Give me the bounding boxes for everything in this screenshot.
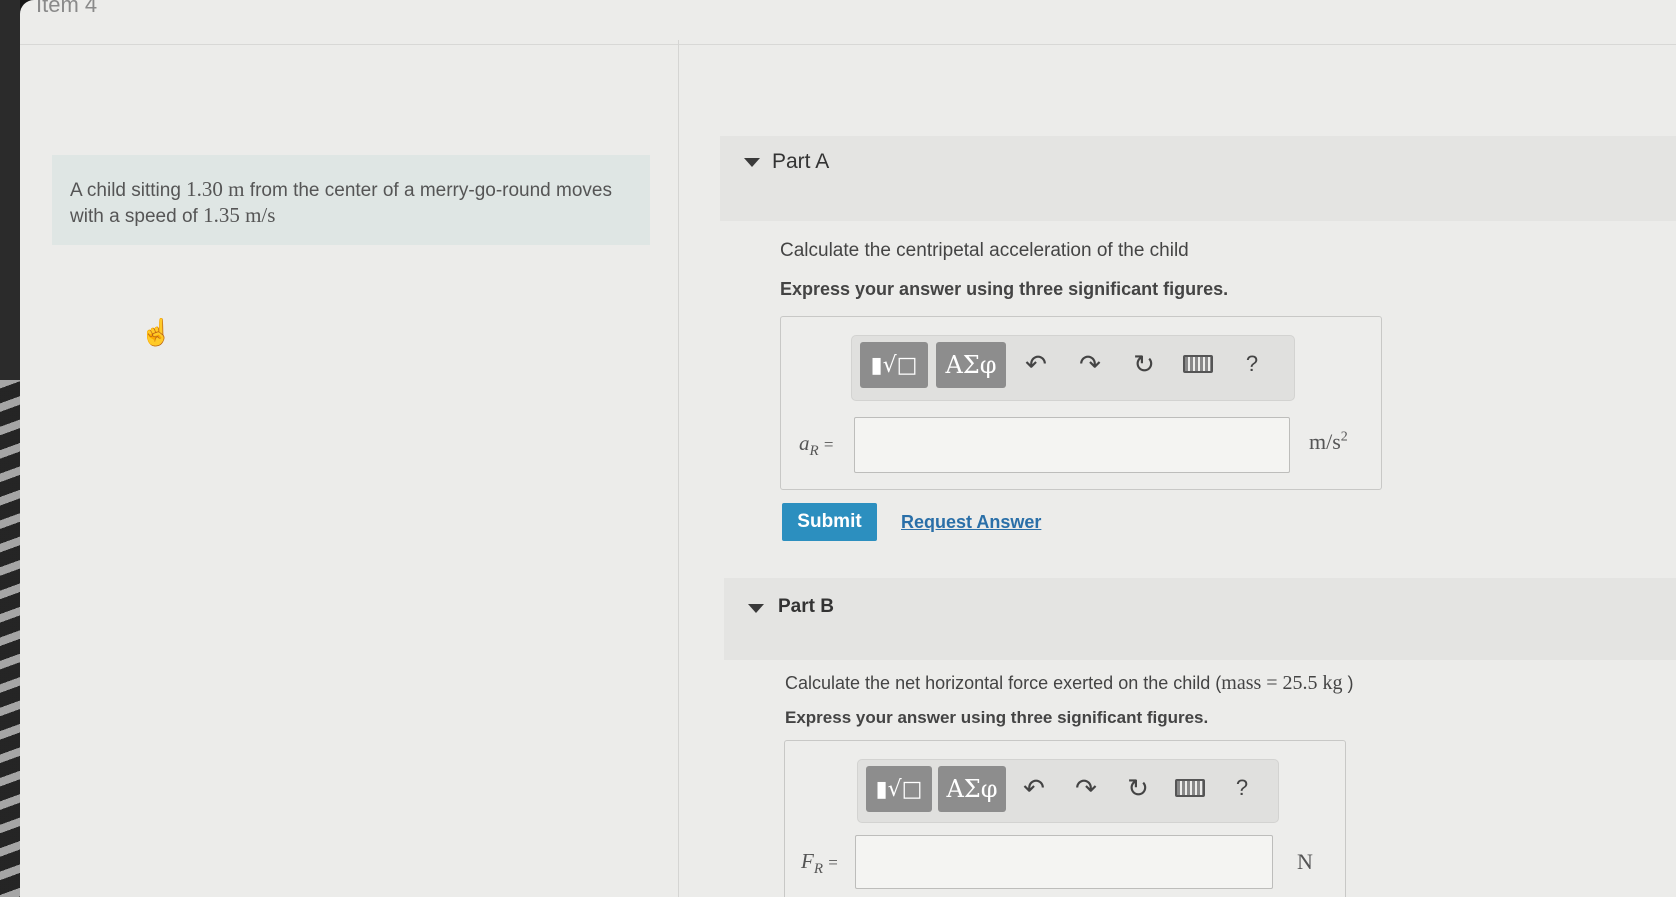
redo-icon[interactable]: ↷ [1070, 344, 1110, 384]
part-a-prompt: Calculate the centripetal acceleration o… [780, 240, 1189, 261]
part-b-math-toolbar: ▮√□ ΑΣφ ↶ ↷ ↻ ? [857, 759, 1279, 823]
undo-icon[interactable]: ↶ [1014, 768, 1054, 808]
greek-symbols-button[interactable]: ΑΣφ [938, 766, 1006, 812]
problem-distance: 1.30 m [186, 177, 245, 201]
part-b-prompt: Calculate the net horizontal force exert… [785, 672, 1354, 695]
part-b-variable: F [801, 849, 814, 873]
submit-button[interactable]: Submit [782, 503, 877, 541]
templates-button[interactable]: ▮√□ [860, 342, 928, 388]
part-a-unit-base: m/s [1309, 429, 1341, 454]
part-b-instruction: Express your answer using three signific… [785, 708, 1209, 727]
help-icon[interactable]: ? [1232, 344, 1272, 384]
problem-statement: A child sitting 1.30 m from the center o… [52, 155, 650, 245]
part-a-unit-sup: 2 [1340, 429, 1348, 445]
column-divider [678, 40, 679, 897]
part-b-title: Part B [778, 596, 834, 617]
part-a-variable-sub: R [809, 443, 819, 460]
header-divider [20, 44, 1676, 45]
reset-icon[interactable]: ↻ [1118, 768, 1158, 808]
undo-icon[interactable]: ↶ [1016, 344, 1056, 384]
part-a-title: Part A [772, 150, 830, 173]
part-a-instruction: Express your answer using three signific… [780, 279, 1229, 299]
part-a-variable-label: aR = [799, 431, 834, 460]
request-answer-link[interactable]: Request Answer [901, 512, 1041, 533]
problem-speed: 1.35 m/s [203, 203, 276, 227]
part-b-header[interactable]: Part B [724, 578, 1676, 660]
templates-button[interactable]: ▮√□ [866, 766, 932, 812]
collapse-caret-icon[interactable] [748, 604, 764, 613]
part-a-unit: m/s2 [1309, 429, 1348, 455]
part-a-variable: a [799, 431, 810, 455]
part-a-math-toolbar: ▮√□ ΑΣφ ↶ ↷ ↻ ? [851, 335, 1295, 401]
item-title: Item 4 [36, 0, 98, 17]
part-a-answer-input[interactable] [854, 417, 1290, 473]
problem-text-pre: A child sitting [70, 180, 187, 201]
help-icon[interactable]: ? [1222, 768, 1262, 808]
part-b-variable-sub: R [813, 861, 823, 878]
part-b-equals: = [828, 853, 838, 872]
part-b-mass: mass = 25.5 kg [1221, 672, 1343, 694]
part-b-prompt-post: ) [1342, 673, 1354, 693]
part-b-answer-input[interactable] [855, 835, 1273, 889]
redo-icon[interactable]: ↷ [1066, 768, 1106, 808]
part-b-answer-box: ▮√□ ΑΣφ ↶ ↷ ↻ ? FR = N [784, 740, 1346, 897]
part-a-equals: = [823, 435, 834, 454]
greek-symbols-button[interactable]: ΑΣφ [936, 342, 1006, 388]
part-a-answer-box: ▮√□ ΑΣφ ↶ ↷ ↻ ? aR = m/s2 [780, 316, 1382, 490]
hand-cursor-icon: ☝ [140, 317, 173, 347]
part-a-header[interactable]: Part A [720, 136, 1676, 221]
part-b-unit: N [1297, 849, 1313, 874]
keyboard-icon[interactable] [1170, 768, 1210, 808]
part-b-prompt-pre: Calculate the net horizontal force exert… [785, 673, 1222, 693]
collapse-caret-icon[interactable] [744, 158, 760, 167]
screen: Item 4 A child sitting 1.30 m from the c… [20, 0, 1676, 897]
reset-icon[interactable]: ↻ [1124, 344, 1164, 384]
part-b-variable-label: FR = [801, 849, 838, 878]
keyboard-icon[interactable] [1178, 344, 1218, 384]
